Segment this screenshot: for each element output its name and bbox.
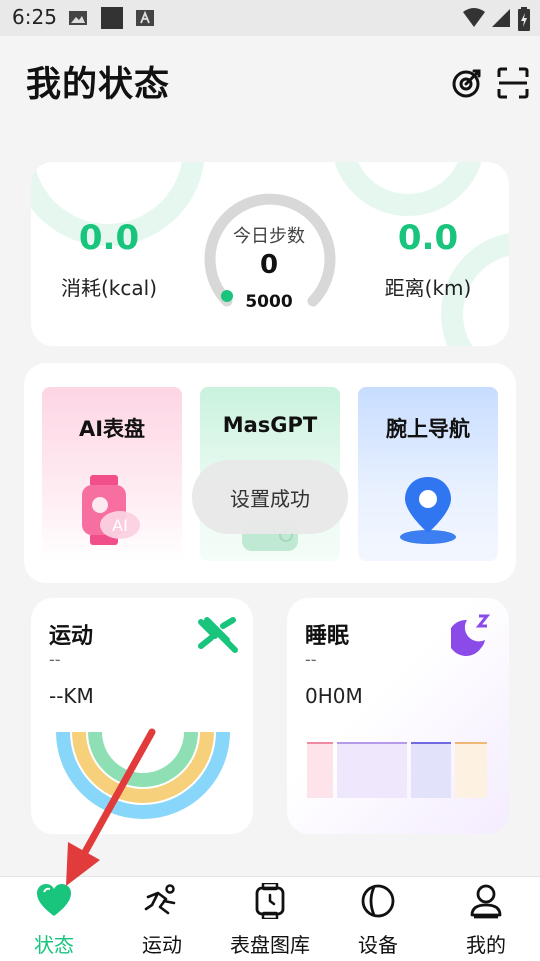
nav-label: 设备 — [358, 933, 398, 957]
status-time: 6:25 — [12, 5, 57, 29]
target-icon[interactable] — [450, 66, 484, 100]
sport-title: 运动 — [49, 624, 94, 649]
wifi-icon — [463, 8, 485, 27]
sleep-subtitle: -- — [305, 650, 317, 669]
sleep-title: 睡眠 — [305, 624, 350, 649]
sleep-card[interactable]: 睡眠 -- 0H0M — [287, 598, 509, 834]
steps-goal: 5000 — [245, 292, 293, 312]
page-title: 我的状态 — [26, 65, 171, 105]
scan-icon[interactable] — [496, 66, 530, 100]
steps-title: 今日步数 — [233, 226, 305, 247]
annotation-arrow — [66, 728, 156, 886]
font-notification-icon — [136, 10, 154, 26]
sport-subtitle: -- — [49, 650, 61, 669]
feature-wrist-navigation[interactable]: 腕上导航 — [358, 387, 498, 561]
nav-label: 表盘图库 — [230, 933, 310, 957]
feature-label: MasGPT — [222, 413, 318, 437]
nav-item-watchface-gallery[interactable]: 表盘图库 — [216, 877, 324, 961]
device-icon — [361, 884, 395, 918]
summary-card[interactable]: 0.0 消耗(kcal) 今日步数 0 5000 0.0 距离(km) — [31, 162, 509, 346]
sleep-chart — [307, 742, 487, 798]
nav-label: 运动 — [142, 933, 182, 957]
calories-value: 0.0 — [78, 218, 140, 258]
nav-item-device[interactable]: 设备 — [324, 877, 432, 961]
watch-icon — [255, 883, 285, 919]
ai-watch-icon: AI — [82, 475, 140, 545]
battery-icon — [518, 7, 530, 31]
status-bar: 6:25 — [0, 0, 540, 36]
map-pin-icon — [400, 477, 456, 544]
square-notification-icon — [101, 7, 123, 29]
distance-label: 距离(km) — [384, 276, 472, 300]
steps-value: 0 — [259, 250, 279, 280]
profile-icon — [470, 884, 502, 919]
sport-distance: --KM — [49, 684, 94, 708]
calories-label: 消耗(kcal) — [61, 276, 157, 300]
toast-message: 设置成功 — [192, 460, 348, 534]
nav-item-profile[interactable]: 我的 — [432, 877, 540, 961]
decoration-ring — [331, 162, 485, 216]
feature-label: 腕上导航 — [386, 417, 470, 441]
distance-value: 0.0 — [397, 218, 459, 258]
image-notification-icon — [69, 11, 87, 25]
feature-ai-dial[interactable]: AI表盘 AI — [42, 387, 182, 561]
nav-label: 我的 — [466, 933, 506, 957]
signal-icon — [492, 9, 510, 27]
moon-icon — [451, 614, 491, 656]
feature-label: AI表盘 — [78, 417, 146, 441]
running-icon — [198, 617, 238, 653]
svg-text:AI: AI — [112, 516, 128, 535]
nav-label: 状态 — [34, 933, 74, 957]
sleep-duration: 0H0M — [305, 684, 363, 708]
